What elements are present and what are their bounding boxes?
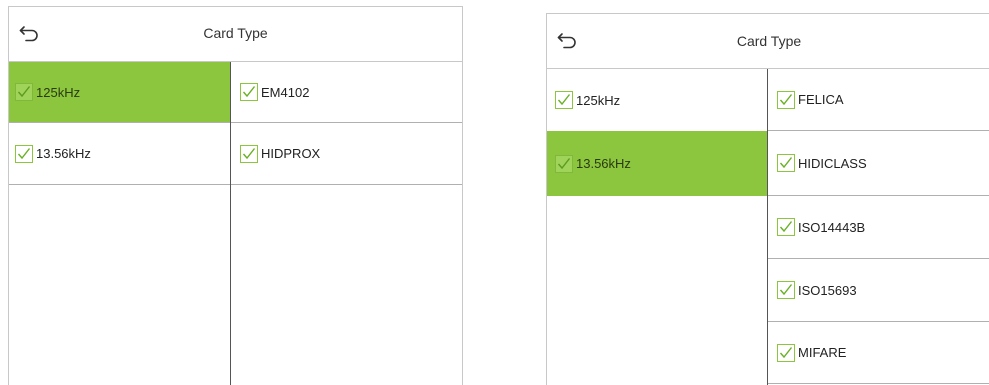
card-type-list: EM4102 HIDPROX (231, 62, 462, 385)
frequency-list: 125kHz 13.56kHz (547, 69, 768, 385)
frequency-list: 125kHz 13.56kHz (9, 62, 231, 385)
checkbox-checked-icon[interactable] (240, 144, 258, 163)
frequency-label: 125kHz (36, 84, 81, 100)
checkbox-checked-icon[interactable] (15, 144, 33, 163)
checkbox-checked-icon[interactable] (555, 91, 573, 109)
page-title: Card Type (203, 25, 268, 41)
checkbox-checked-icon[interactable] (777, 90, 795, 109)
card-type-item-iso15693[interactable]: ISO15693 (768, 259, 989, 322)
header: Card Type (9, 7, 462, 62)
frequency-label: 13.56kHz (576, 156, 631, 171)
page-title: Card Type (736, 33, 802, 49)
card-type-label: ISO15693 (798, 282, 857, 298)
card-type-list: FELICA HIDICLASS ISO14443B ISO15693 MIFA… (768, 69, 989, 385)
checkbox-checked-icon[interactable] (777, 281, 795, 299)
checkbox-checked-icon[interactable] (240, 83, 258, 101)
frequency-item-13-56khz[interactable]: 13.56kHz (547, 131, 767, 196)
checkbox-checked-icon[interactable] (555, 154, 573, 173)
card-type-item-mifare[interactable]: MIFARE (768, 322, 989, 384)
card-type-label: HIDICLASS (798, 155, 867, 171)
checkbox-checked-icon[interactable] (15, 83, 33, 101)
card-type-label: MIFARE (798, 345, 847, 360)
card-type-label: FELICA (798, 92, 844, 107)
card-type-item-felica[interactable]: FELICA (768, 69, 989, 131)
frequency-item-125khz[interactable]: 125kHz (9, 62, 230, 123)
card-type-screen-125khz: Card Type 125kHz 13.56kHz EM4102 HIDPROX (8, 6, 463, 385)
card-type-item-hidprox[interactable]: HIDPROX (231, 123, 462, 185)
checkbox-checked-icon[interactable] (777, 218, 795, 236)
frequency-item-125khz[interactable]: 125kHz (547, 69, 767, 131)
card-type-label: HIDPROX (261, 146, 321, 161)
frequency-label: 13.56kHz (36, 146, 91, 161)
frequency-label: 125kHz (576, 92, 621, 108)
card-type-item-em4102[interactable]: EM4102 (231, 62, 462, 123)
checkbox-checked-icon[interactable] (777, 343, 795, 362)
card-type-label: EM4102 (261, 84, 310, 100)
card-type-screen-13-56khz: Card Type 125kHz 13.56kHz FELICA HIDICLA… (546, 13, 989, 385)
frequency-item-13-56khz[interactable]: 13.56kHz (9, 123, 230, 185)
header: Card Type (547, 14, 989, 69)
card-type-item-iso14443b[interactable]: ISO14443B (768, 196, 989, 259)
checkbox-checked-icon[interactable] (777, 154, 795, 172)
card-type-item-hidiclass[interactable]: HIDICLASS (768, 131, 989, 196)
card-type-label: ISO14443B (798, 219, 866, 235)
